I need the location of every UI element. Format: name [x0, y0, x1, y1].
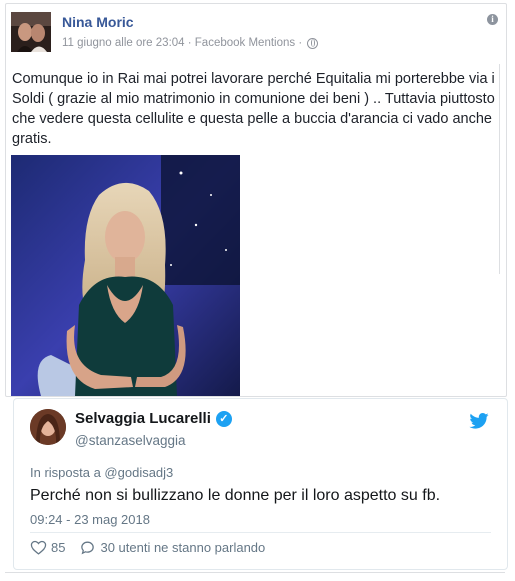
replies-label: 30 utenti ne stanno parlando — [100, 540, 266, 555]
reply-bubble-icon — [81, 541, 95, 555]
scrollbar[interactable] — [499, 64, 506, 274]
tweet-author-avatar[interactable] — [30, 409, 66, 445]
page: Nina Moric 11 giugno alle ore 23:04 · Fa… — [0, 0, 515, 580]
heart-icon — [30, 540, 47, 555]
tweet-text: Perché non si bullizzano le donne per il… — [30, 487, 441, 504]
tweet-author[interactable]: Selvaggia Lucarelli ✓ — [75, 410, 232, 427]
globe-icon — [307, 37, 319, 49]
author-name[interactable]: Nina Moric — [62, 14, 134, 30]
post-meta: 11 giugno alle ore 23:04 · Facebook Ment… — [62, 37, 319, 49]
post-photo[interactable] — [11, 155, 240, 396]
tweet-actions: 85 30 utenti ne stanno parlando — [30, 539, 279, 556]
post-text: Comunque io in Rai mai potrei lavorare p… — [12, 71, 495, 147]
embedded-tweet[interactable]: Selvaggia Lucarelli ✓ @stanzaselvaggia I… — [13, 398, 508, 570]
replies-button[interactable]: 30 utenti ne stanno parlando — [79, 539, 265, 556]
tweet-handle[interactable]: @stanzaselvaggia — [75, 433, 186, 448]
twitter-bird-icon[interactable] — [469, 413, 489, 429]
in-reply-to[interactable]: In risposta a @godisadj3 — [30, 465, 173, 480]
like-button[interactable]: 85 — [30, 539, 65, 556]
author-avatar[interactable] — [11, 12, 51, 52]
tweet-display-name: Selvaggia Lucarelli — [75, 410, 211, 427]
tweet-timestamp[interactable]: 09:24 - 23 mag 2018 — [30, 512, 150, 527]
post-timestamp[interactable]: 11 giugno alle ore 23:04 · Facebook Ment… — [62, 37, 302, 49]
like-count: 85 — [51, 540, 66, 555]
facebook-post-card: Nina Moric 11 giugno alle ore 23:04 · Fa… — [5, 3, 507, 397]
divider — [30, 532, 491, 533]
info-icon[interactable]: i — [487, 14, 498, 25]
verified-badge-icon: ✓ — [215, 410, 232, 427]
